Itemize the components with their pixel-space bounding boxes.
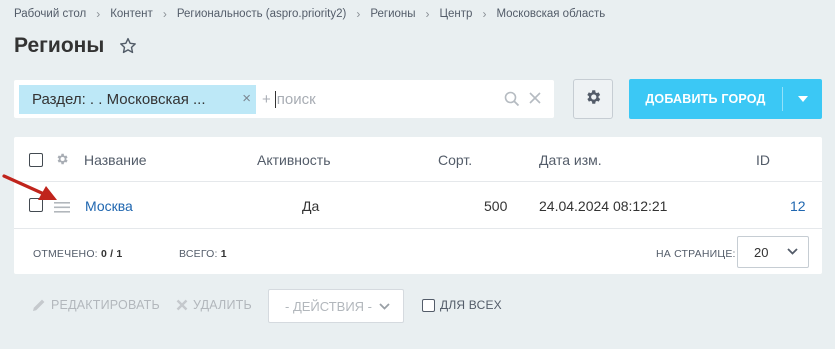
close-icon (176, 299, 188, 311)
chevron-right-icon: › (482, 7, 487, 21)
breadcrumb-item[interactable]: Региональность (aspro.priority2) (177, 8, 347, 20)
table-header: Название Активность Сорт. Дата изм. ID (14, 137, 822, 182)
column-header-active[interactable]: Активность (257, 152, 331, 168)
pencil-icon (33, 299, 45, 311)
add-city-dropdown[interactable] (783, 96, 822, 102)
page-title: Регионы (14, 34, 105, 57)
add-city-label: ДОБАВИТЬ ГОРОД (645, 92, 766, 106)
column-header-sort[interactable]: Сорт. (438, 152, 472, 168)
settings-button[interactable] (573, 79, 613, 119)
title-row: Регионы (14, 34, 138, 58)
close-icon[interactable]: × (242, 90, 251, 107)
column-header-name[interactable]: Название (84, 152, 147, 168)
breadcrumb: Рабочий стол › Контент › Региональность … (14, 7, 605, 21)
total-count: ВСЕГО: 1 (179, 248, 227, 260)
column-header-id[interactable]: ID (756, 152, 770, 168)
per-page-label: НА СТРАНИЦЕ: (656, 248, 736, 260)
gear-icon[interactable] (55, 152, 69, 171)
search-input[interactable] (276, 90, 477, 108)
regions-table: Название Активность Сорт. Дата изм. ID М… (14, 137, 822, 274)
column-header-date[interactable]: Дата изм. (539, 152, 602, 168)
clear-icon[interactable] (528, 91, 542, 105)
for-all-checkbox[interactable]: ДЛЯ ВСЕХ (422, 298, 502, 312)
selected-count: ОТМЕЧЕНО: 0 / 1 (33, 248, 122, 260)
search-icon[interactable] (504, 91, 520, 107)
add-filter-icon[interactable]: + (262, 91, 271, 108)
caret-down-icon (797, 96, 808, 102)
group-actions-bar: РЕДАКТИРОВАТЬ УДАЛИТЬ - ДЕЙСТВИЯ - ДЛЯ В… (14, 286, 822, 326)
row-name-link[interactable]: Москва (85, 198, 133, 214)
breadcrumb-item[interactable]: Контент (110, 8, 153, 20)
add-city-button[interactable]: ДОБАВИТЬ ГОРОД (629, 79, 822, 119)
row-date: 24.04.2024 08:12:21 (539, 198, 668, 214)
breadcrumb-item[interactable]: Рабочий стол (14, 8, 86, 20)
chevron-right-icon: › (425, 7, 430, 21)
row-active: Да (302, 198, 320, 214)
selected-value: 0 / 1 (100, 248, 123, 260)
actions-select-value: - ДЕЙСТВИЯ - (285, 298, 373, 314)
annotation-arrow-icon (2, 174, 57, 200)
delete-button[interactable]: УДАЛИТЬ (176, 298, 252, 312)
chevron-right-icon: › (162, 7, 167, 21)
delete-label: УДАЛИТЬ (193, 298, 252, 312)
breadcrumb-item[interactable]: Московская область (496, 8, 605, 20)
chevron-right-icon: › (96, 7, 101, 21)
row-id-link[interactable]: 12 (790, 198, 806, 214)
chevron-right-icon: › (356, 7, 361, 21)
breadcrumb-item[interactable]: Центр (440, 8, 473, 20)
for-all-label: ДЛЯ ВСЕХ (440, 298, 502, 312)
chevron-down-icon (379, 303, 390, 310)
table-footer: ОТМЕЧЕНО: 0 / 1 ВСЕГО: 1 НА СТРАНИЦЕ: 20 (14, 230, 822, 274)
edit-button[interactable]: РЕДАКТИРОВАТЬ (32, 298, 160, 312)
gear-icon (584, 88, 602, 111)
filter-chip-label: Раздел: . . Московская ... (32, 90, 206, 108)
selected-label: ОТМЕЧЕНО: (33, 248, 98, 260)
total-label: ВСЕГО: (179, 248, 218, 260)
select-all-checkbox[interactable] (29, 153, 43, 167)
per-page-value: 20 (754, 244, 769, 260)
star-icon[interactable] (118, 36, 138, 56)
breadcrumb-item[interactable]: Регионы (370, 8, 415, 20)
total-value: 1 (220, 248, 227, 260)
for-all-checkbox-box[interactable] (422, 298, 435, 312)
chevron-down-icon (787, 248, 798, 255)
edit-label: РЕДАКТИРОВАТЬ (51, 298, 160, 312)
row-sort: 500 (484, 198, 508, 214)
per-page-select[interactable]: 20 (737, 236, 809, 268)
actions-select[interactable]: - ДЕЙСТВИЯ - (268, 289, 404, 323)
filter-chip[interactable]: Раздел: . . Московская ... × (19, 84, 256, 114)
table-row[interactable]: Москва Да 500 24.04.2024 08:12:21 12 (14, 182, 822, 229)
text-cursor (274, 90, 276, 108)
filter-search-bar[interactable]: Раздел: . . Московская ... × + (14, 80, 554, 118)
